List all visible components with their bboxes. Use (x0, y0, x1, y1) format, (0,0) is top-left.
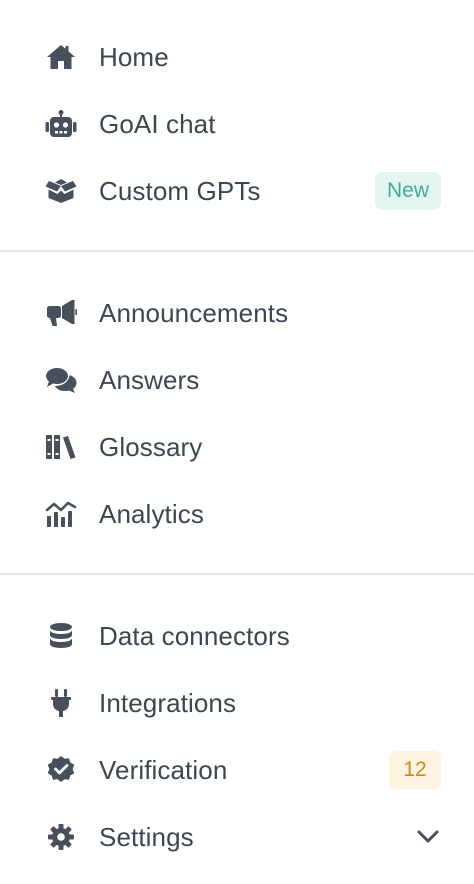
gear-icon (44, 820, 78, 854)
nav-item-data-connectors[interactable]: Data connectors (0, 608, 474, 664)
box-open-icon (44, 174, 78, 208)
nav-item-settings-label: Settings (99, 822, 194, 852)
robot-icon (44, 107, 78, 141)
nav-item-custom-gpts[interactable]: Custom GPTs New (0, 163, 474, 219)
nav-item-answers[interactable]: Answers (0, 352, 474, 408)
section-divider (0, 250, 474, 252)
nav-item-goai-chat[interactable]: GoAI chat (0, 96, 474, 152)
home-icon (44, 40, 78, 74)
megaphone-icon (44, 296, 78, 330)
nav-item-home-label: Home (99, 42, 169, 72)
nav-item-integrations[interactable]: Integrations (0, 675, 474, 731)
nav-item-verification-label: Verification (99, 755, 228, 785)
nav-item-settings[interactable]: Settings (0, 809, 474, 865)
nav-item-goai-chat-label: GoAI chat (99, 109, 216, 139)
nav-item-custom-gpts-label: Custom GPTs (99, 176, 261, 206)
nav-item-verification[interactable]: Verification 12 (0, 742, 474, 798)
database-icon (44, 619, 78, 653)
nav-item-analytics-label: Analytics (99, 499, 204, 529)
chart-mixed-icon (44, 497, 78, 531)
nav-item-analytics[interactable]: Analytics (0, 486, 474, 542)
verification-count-badge: 12 (389, 751, 441, 789)
nav-item-answers-label: Answers (99, 365, 200, 395)
books-icon (44, 430, 78, 464)
nav-item-glossary[interactable]: Glossary (0, 419, 474, 475)
nav-item-glossary-label: Glossary (99, 432, 203, 462)
nav-item-announcements-label: Announcements (99, 298, 289, 328)
sidebar-nav: Home GoAI chat Custom GPTs New Announcem… (0, 0, 474, 884)
nav-item-home[interactable]: Home (0, 29, 474, 85)
nav-item-integrations-label: Integrations (99, 688, 237, 718)
comments-icon (44, 363, 78, 397)
nav-item-data-connectors-label: Data connectors (99, 621, 290, 651)
badge-check-icon (44, 753, 78, 787)
chevron-down-icon[interactable] (414, 823, 442, 851)
plug-icon (44, 686, 78, 720)
section-divider (0, 573, 474, 575)
nav-item-announcements[interactable]: Announcements (0, 285, 474, 341)
new-badge: New (374, 172, 441, 210)
